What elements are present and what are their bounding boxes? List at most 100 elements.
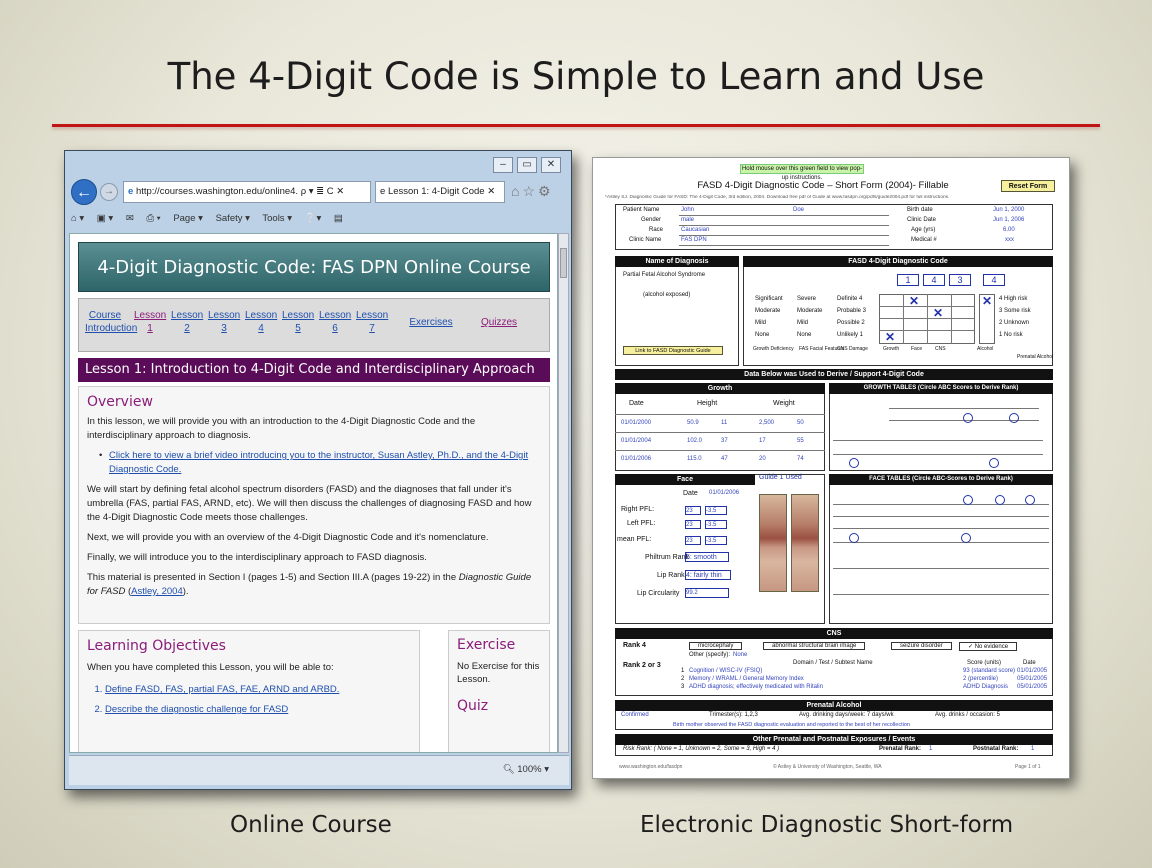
help-icon[interactable]: ❔▾ (305, 213, 322, 224)
address-bar-controls[interactable]: ρ ▾ ≣ C ✕ (301, 186, 345, 197)
zoom-icon[interactable]: 🔍︎ (503, 764, 518, 775)
digit-face: 4 (923, 274, 945, 286)
status-bar: 🔍︎ 100% ▾ (69, 755, 569, 785)
nav-quizzes[interactable]: Quizzes (471, 316, 527, 329)
cns-header: CNS (615, 628, 1053, 639)
settings-gear-icon[interactable]: ⚙ (538, 183, 554, 199)
face-rank-mark[interactable]: ✕ (909, 295, 919, 307)
astley-citation-link[interactable]: Astley, 2004 (131, 586, 183, 597)
safety-menu[interactable]: Safety ▾ (216, 213, 250, 224)
birth-date-field[interactable]: Jun 1, 2000 (993, 207, 1024, 213)
home-icon[interactable]: ⌂ (511, 183, 522, 199)
clinic-name-field[interactable]: FAS DPN (681, 237, 707, 243)
clinic-date-field[interactable]: Jun 1, 2006 (993, 217, 1024, 223)
tools-menu[interactable]: Tools ▾ (262, 213, 292, 224)
overview-para5: This material is presented in Section I … (87, 572, 532, 597)
postnatal-rank-field[interactable]: 1 (1031, 746, 1034, 752)
cns-structural-option[interactable]: abnormal structural brain image (763, 642, 866, 650)
scrollbar-thumb[interactable] (560, 248, 567, 278)
instructions-hint-field[interactable]: Hold mouse over this green field to view… (740, 164, 864, 181)
forward-arrow-icon[interactable]: → (100, 183, 118, 201)
nav-lesson-1[interactable]: Lesson 1 (134, 309, 166, 335)
medical-number-field[interactable]: xxx (1005, 237, 1014, 243)
cns-rank-mark[interactable]: ✕ (933, 307, 943, 319)
overview-section: Overview In this lesson, we will provide… (78, 386, 550, 624)
overview-para4: Finally, we will introduce you to the in… (87, 552, 427, 563)
data-bar: Data Below was Used to Derive / Support … (615, 369, 1053, 380)
page-menu[interactable]: Page ▾ (173, 213, 203, 224)
overview-para2: We will start by defining fetal alcohol … (87, 484, 532, 523)
nav-lesson-7[interactable]: Lesson 7 (356, 309, 388, 335)
prenatal-rank-field[interactable]: 1 (929, 746, 932, 752)
objectives-intro: When you have completed this Lesson, you… (87, 662, 334, 673)
nav-course-introduction[interactable]: Course Introduction (85, 309, 137, 335)
tab-title: Lesson 1: 4-Digit Code (387, 186, 485, 197)
medical-number-label: Medical # (911, 237, 937, 243)
lesson-header: Lesson 1: Introduction to 4-Digit Code a… (78, 358, 550, 382)
objective-item[interactable]: Describe the diagnostic challenge for FA… (105, 703, 411, 717)
command-bar: ⌂ ▾ ▣ ▾ ✉ ⎙ ▾ Page ▾ Safety ▾ Tools ▾ ❔▾… (71, 209, 567, 229)
diagnostic-guide-link[interactable]: Link to FASD Diagnostic Guide (623, 346, 723, 355)
growth-header: Growth (615, 383, 825, 394)
caption-online-course: Online Course (230, 812, 392, 838)
minimize-button[interactable]: – (493, 157, 513, 173)
patient-first-name-field[interactable]: John (681, 207, 694, 213)
growth-date[interactable]: 01/01/2006 (621, 456, 651, 462)
address-bar[interactable]: e http://courses.washington.edu/online4.… (123, 181, 371, 203)
digit-growth: 1 (897, 274, 919, 286)
course-banner: 4-Digit Diagnostic Code: FAS DPN Online … (78, 242, 550, 292)
growth-rank-mark[interactable]: ✕ (885, 331, 895, 343)
clinic-date-label: Clinic Date (907, 217, 937, 223)
nav-lesson-6[interactable]: Lesson 6 (319, 309, 351, 335)
back-arrow-icon[interactable]: ← (71, 179, 97, 205)
quiz-heading: Quiz (457, 698, 489, 714)
objective-item[interactable]: Define FASD, FAS, partial FAS, FAE, ARND… (105, 683, 411, 697)
vertical-scrollbar[interactable] (558, 233, 569, 753)
browser-tab[interactable]: e Lesson 1: 4-Digit Code ✕ (375, 181, 505, 203)
diagnosis-header: Name of Diagnosis (615, 256, 739, 267)
print-icon[interactable]: ⎙ ▾ (146, 213, 160, 224)
cns-other-field[interactable]: None (733, 652, 747, 658)
nav-lesson-2[interactable]: Lesson 2 (171, 309, 203, 335)
growth-date[interactable]: 01/01/2004 (621, 438, 651, 444)
alcohol-rank-mark[interactable]: ✕ (982, 295, 992, 307)
patient-last-name-field[interactable]: Doe (793, 207, 804, 213)
close-button[interactable]: ✕ (541, 157, 561, 173)
lip-rank-field[interactable]: 4: fairly thin (685, 570, 731, 580)
nav-lesson-4[interactable]: Lesson 4 (245, 309, 277, 335)
race-field[interactable]: Caucasian (681, 227, 709, 233)
race-label: Race (649, 227, 664, 233)
footer-url: www.washington.edu/fasdpn (619, 764, 683, 770)
zoom-level[interactable]: 100% (517, 764, 541, 775)
exercise-section: Exercise No Exercise for this Lesson. Qu… (448, 630, 550, 752)
diagnostic-form: Hold mouse over this green field to view… (592, 157, 1070, 779)
philtrum-rank-field[interactable]: 5: smooth (685, 552, 729, 562)
overview-intro: In this lesson, we will provide you with… (87, 416, 476, 441)
reset-form-button[interactable]: Reset Form (1001, 180, 1055, 192)
nav-lesson-3[interactable]: Lesson 3 (208, 309, 240, 335)
nav-exercises[interactable]: Exercises (403, 316, 459, 329)
tab-close-icon[interactable]: ✕ (487, 186, 495, 197)
cns-seizure-option[interactable]: seizure disorder (891, 642, 952, 650)
growth-tables-header: GROWTH TABLES (Circle ABC Scores to Deri… (829, 383, 1053, 394)
favorites-star-icon[interactable]: ☆ (522, 183, 538, 199)
age-field[interactable]: 6.00 (1003, 227, 1015, 233)
nav-lesson-5[interactable]: Lesson 5 (282, 309, 314, 335)
prenatal-header: Prenatal Alcohol (615, 700, 1053, 711)
face-date-field[interactable]: 01/01/2006 (709, 490, 739, 496)
research-icon[interactable]: ▤ (334, 213, 343, 224)
video-link[interactable]: Click here to view a brief video introdu… (109, 450, 528, 475)
maximize-button[interactable]: ▭ (517, 157, 537, 173)
cns-no-evidence-option[interactable]: ✓ No evidence (959, 642, 1018, 651)
mail-icon[interactable]: ✉ (126, 213, 134, 224)
clinic-name-label: Clinic Name (629, 237, 662, 243)
cns-microcephaly-option[interactable]: microcephaly (689, 642, 743, 650)
feeds-icon[interactable]: ▣ ▾ (97, 213, 113, 224)
home-toolbar-icon[interactable]: ⌂ ▾ (71, 213, 84, 224)
ie-logo-icon: e (128, 186, 136, 197)
lip-circularity-field[interactable]: 99.2 (685, 588, 729, 598)
growth-date[interactable]: 01/01/2000 (621, 420, 651, 426)
gender-field[interactable]: male (681, 217, 694, 223)
footer-page: Page 1 of 1 (1015, 764, 1041, 770)
age-label: Age (yrs) (911, 227, 936, 233)
